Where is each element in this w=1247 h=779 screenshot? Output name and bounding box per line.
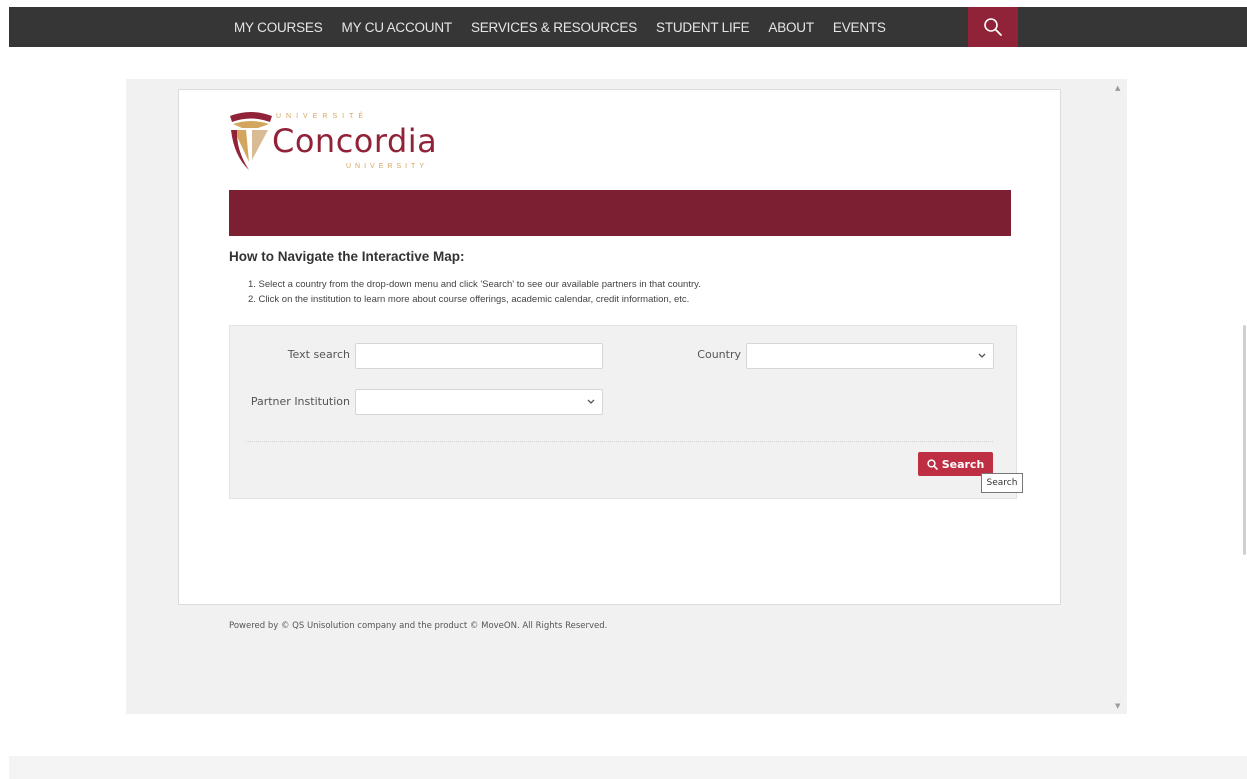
search-button-label: Search	[941, 457, 985, 471]
nav-item-my-courses[interactable]: MY COURSES	[234, 20, 323, 35]
chevron-down-icon	[587, 399, 595, 404]
logo-university-text: UNIVERSITY	[346, 163, 429, 170]
nav-item-about[interactable]: ABOUT	[768, 20, 814, 35]
top-navigation-bar: MY COURSES MY CU ACCOUNT SERVICES & RESO…	[9, 7, 1247, 47]
nav-item-services-resources[interactable]: SERVICES & RESOURCES	[471, 20, 637, 35]
partner-institution-select[interactable]	[355, 389, 603, 415]
country-label: Country	[697, 348, 741, 361]
logo-universite-text: UNIVERSITÉ	[276, 113, 369, 120]
panel-divider	[246, 441, 993, 442]
instruction-step-1: 1. Select a country from the drop-down m…	[248, 279, 701, 290]
nav-item-student-life[interactable]: STUDENT LIFE	[656, 20, 750, 35]
page-heading: How to Navigate the Interactive Map:	[229, 249, 465, 264]
search-icon	[927, 458, 938, 470]
header-banner	[229, 190, 1011, 236]
scroll-up-arrow-icon[interactable]: ▲	[1115, 84, 1120, 92]
nav-item-my-cu-account[interactable]: MY CU ACCOUNT	[342, 20, 453, 35]
text-search-input[interactable]	[355, 343, 603, 369]
instruction-step-2: 2. Click on the institution to learn mor…	[248, 294, 690, 305]
scroll-down-arrow-icon[interactable]: ▼	[1115, 702, 1120, 710]
nav-search-button[interactable]	[968, 7, 1018, 47]
nav-item-events[interactable]: EVENTS	[833, 20, 886, 35]
footer-copyright: Powered by © QS Unisolution company and …	[229, 621, 608, 631]
country-select[interactable]	[746, 343, 994, 369]
text-search-label: Text search	[287, 348, 350, 361]
partner-institution-label: Partner Institution	[250, 395, 350, 408]
page-scrollbar[interactable]	[1243, 325, 1246, 555]
concordia-shield-icon	[230, 112, 272, 170]
concordia-logo[interactable]: UNIVERSITÉ Concordia UNIVERSITY	[228, 108, 468, 174]
search-icon	[984, 18, 1002, 36]
chevron-down-icon	[978, 353, 986, 358]
instructions-list: 1. Select a country from the drop-down m…	[248, 277, 701, 307]
search-tooltip: Search	[981, 473, 1023, 493]
bottom-strip	[9, 756, 1247, 779]
logo-wordmark: Concordia	[272, 122, 438, 160]
nav-menu: MY COURSES MY CU ACCOUNT SERVICES & RESO…	[234, 7, 905, 47]
